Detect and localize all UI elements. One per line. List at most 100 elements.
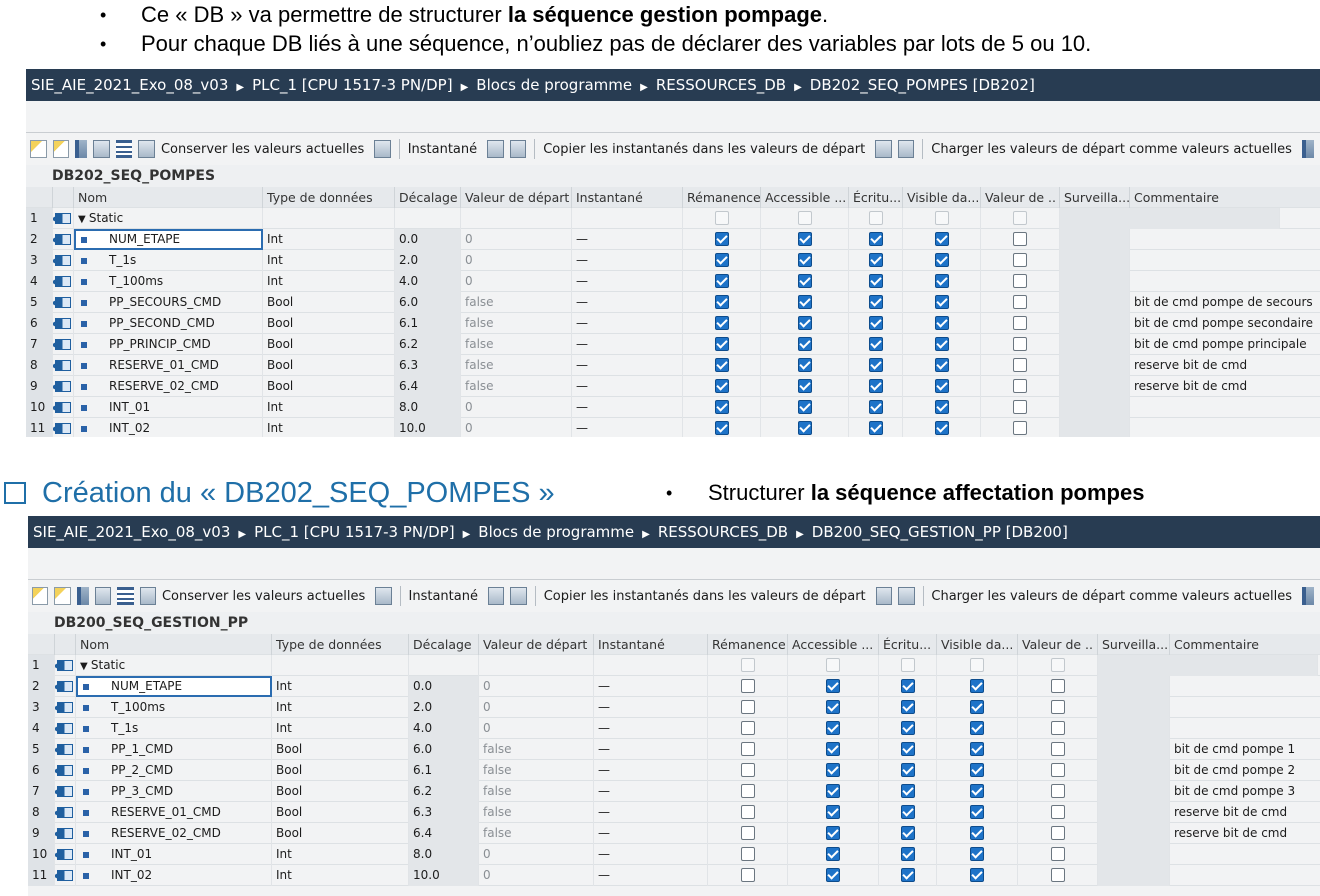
header-cell[interactable]: Rémanence	[708, 634, 788, 655]
visible-checkbox[interactable]	[934, 358, 949, 372]
visible-checkbox[interactable]	[970, 721, 984, 735]
setpoint-checkbox[interactable]	[1050, 679, 1065, 693]
accessible-checkbox[interactable]	[826, 784, 840, 798]
snapshot-button[interactable]: Instantané	[409, 589, 478, 604]
setpoint-checkbox[interactable]	[1013, 421, 1027, 435]
visible-checkbox[interactable]	[970, 868, 984, 882]
comment-cell[interactable]: bit de cmd pompe de secours	[1130, 292, 1320, 313]
visible-checkbox[interactable]	[934, 379, 949, 393]
comment-cell[interactable]	[1170, 676, 1320, 697]
header-cell[interactable]: Commentaire	[1170, 634, 1320, 655]
comment-cell[interactable]	[1130, 418, 1320, 437]
copy-snapshots-button[interactable]: Copier les instantanés dans les valeurs …	[544, 589, 866, 604]
data-type-cell[interactable]: Int	[272, 697, 409, 718]
table-row[interactable]: 3 T_100ms Int 2.0 0—	[28, 697, 1320, 718]
comment-cell[interactable]	[1130, 229, 1320, 250]
writable-checkbox[interactable]	[900, 868, 915, 882]
header-cell[interactable]: Nom	[74, 187, 263, 208]
retain-checkbox[interactable]	[740, 721, 755, 735]
setpoint-checkbox[interactable]	[1050, 763, 1065, 777]
comment-cell[interactable]	[1130, 250, 1320, 271]
setpoint-checkbox[interactable]	[1013, 379, 1027, 393]
variable-name[interactable]: INT_01	[111, 847, 152, 861]
visible-checkbox[interactable]	[970, 805, 984, 819]
start-value-cell[interactable]: 0	[461, 271, 572, 292]
data-type-cell[interactable]: Int	[272, 676, 409, 697]
table-row[interactable]: 6 PP_SECOND_CMD Bool 6.1 false — bit de cmd po…	[26, 313, 1320, 334]
accessible-checkbox[interactable]	[826, 679, 840, 693]
copy-snapshots-button[interactable]: Copier les instantanés dans les valeurs …	[543, 142, 865, 157]
variable-name[interactable]: PP_3_CMD	[111, 784, 173, 798]
variable-name[interactable]: T_1s	[109, 253, 136, 267]
start-value-cell[interactable]: false	[479, 781, 594, 802]
retain-checkbox[interactable]	[714, 358, 729, 372]
header-cell[interactable]: Instantané	[594, 634, 708, 655]
writable-checkbox[interactable]	[868, 379, 883, 393]
accessible-checkbox[interactable]	[826, 826, 840, 840]
accessible-checkbox[interactable]	[826, 805, 840, 819]
retain-checkbox[interactable]	[714, 316, 729, 330]
breadcrumb-item[interactable]: Blocs de programme	[478, 516, 634, 548]
retain-checkbox[interactable]	[740, 784, 755, 798]
start-value-cell[interactable]: false	[479, 739, 594, 760]
start-value-cell[interactable]: 0	[479, 697, 594, 718]
header-cell[interactable]: Valeur de départ	[461, 187, 572, 208]
table-row[interactable]: 8 RESERVE_01_CMD Bool 6.3 false — reserve bit …	[28, 802, 1320, 823]
table-row[interactable]: 10 INT_01 Int 8.0 0—	[28, 844, 1320, 865]
data-type-cell[interactable]: Int	[263, 397, 395, 418]
variable-name[interactable]: PP_PRINCIP_CMD	[109, 337, 211, 351]
accessible-checkbox[interactable]	[826, 763, 840, 777]
header-cell[interactable]: Valeur de ..	[1018, 634, 1098, 655]
comment-cell[interactable]: bit de cmd pompe 3	[1170, 781, 1320, 802]
start-value-cell[interactable]: false	[461, 313, 572, 334]
table-row[interactable]: 11 INT_02 Int 10.0 0—	[26, 418, 1320, 437]
visible-checkbox[interactable]	[970, 700, 984, 714]
data-type-cell[interactable]: Bool	[272, 781, 409, 802]
breadcrumb-item[interactable]: RESSOURCES_DB	[658, 516, 788, 548]
table-row[interactable]: 6 PP_2_CMD Bool 6.1 false — bit de cmd pompe 2	[28, 760, 1320, 781]
reset-start-values-icon[interactable]	[75, 140, 88, 158]
comment-cell[interactable]: reserve bit de cmd	[1170, 802, 1320, 823]
visible-checkbox[interactable]	[934, 421, 949, 435]
setpoint-checkbox[interactable]	[1013, 295, 1027, 309]
accessible-checkbox[interactable]	[797, 400, 812, 414]
copy-snapshot-icon[interactable]	[487, 140, 504, 158]
accessible-checkbox[interactable]	[797, 253, 812, 267]
visible-checkbox[interactable]	[934, 295, 949, 309]
header-cell[interactable]: Surveilla...	[1060, 187, 1130, 208]
data-type-cell[interactable]: Bool	[263, 355, 395, 376]
comment-cell[interactable]	[1130, 397, 1320, 418]
data-type-cell[interactable]: Int	[263, 418, 395, 437]
load-actual-icon[interactable]	[1301, 587, 1315, 605]
static-label[interactable]: ▼ Static	[74, 208, 263, 229]
table-row[interactable]: 11 INT_02 Int 10.0 0—	[28, 865, 1320, 886]
table-row[interactable]: 2 NUM_ETAPE Int 0.0 0—	[26, 229, 1320, 250]
writable-checkbox[interactable]	[868, 253, 883, 267]
variable-name[interactable]: PP_SECOURS_CMD	[109, 295, 221, 309]
variable-name[interactable]: INT_02	[111, 868, 152, 882]
variable-name[interactable]: INT_01	[109, 400, 150, 414]
setpoint-checkbox[interactable]	[1050, 742, 1065, 756]
breadcrumb-item[interactable]: PLC_1 [CPU 1517-3 PN/DP]	[254, 516, 454, 548]
setpoint-checkbox[interactable]	[1013, 337, 1027, 351]
start-value-cell[interactable]: 0	[461, 418, 572, 437]
writable-checkbox[interactable]	[868, 337, 883, 351]
comment-cell[interactable]	[1170, 844, 1320, 865]
retain-checkbox[interactable]	[740, 805, 755, 819]
load-start-icon[interactable]	[875, 587, 893, 605]
table-row[interactable]: 5 PP_1_CMD Bool 6.0 false — bit de cmd pompe 1	[28, 739, 1320, 760]
variable-name[interactable]: RESERVE_02_CMD	[111, 826, 221, 840]
writable-checkbox[interactable]	[900, 679, 915, 693]
copy-snapshot-all-icon[interactable]	[510, 587, 527, 605]
setpoint-checkbox[interactable]	[1050, 847, 1065, 861]
accessible-checkbox[interactable]	[826, 700, 840, 714]
expand-all-icon[interactable]	[116, 140, 133, 158]
variable-name[interactable]: PP_2_CMD	[111, 763, 173, 777]
retain-checkbox[interactable]	[714, 232, 729, 246]
edit-icon[interactable]	[93, 140, 111, 158]
header-cell[interactable]: Accessible ...	[788, 634, 879, 655]
data-type-cell[interactable]: Int	[272, 844, 409, 865]
start-value-cell[interactable]: 0	[479, 865, 594, 886]
data-type-cell[interactable]: Bool	[263, 334, 395, 355]
table-row[interactable]: 8 RESERVE_01_CMD Bool 6.3 false — reserve bit …	[26, 355, 1320, 376]
